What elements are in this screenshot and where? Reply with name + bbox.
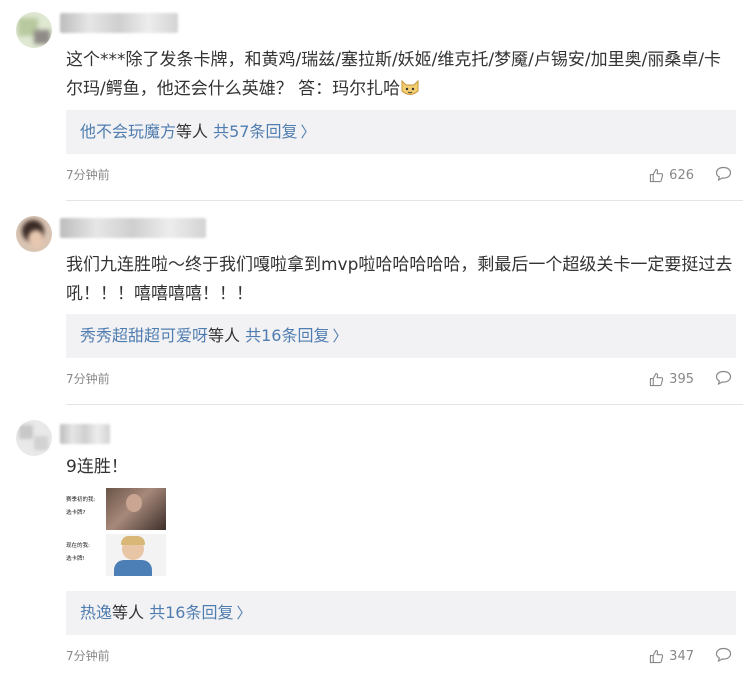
like-button[interactable]: 626 <box>649 165 694 185</box>
reply-connector: 等人 <box>112 603 150 622</box>
username[interactable] <box>60 424 110 444</box>
thumbs-up-icon <box>649 168 664 183</box>
meme-panel-1: 赛季初的我: 选卡牌? <box>66 488 166 530</box>
username[interactable] <box>60 218 206 238</box>
reply-count[interactable]: 共57条回复 <box>213 122 297 141</box>
reply-count[interactable]: 共16条回复 <box>149 603 233 622</box>
comment-bubble-icon[interactable] <box>715 370 732 386</box>
reply-connector: 等人 <box>176 122 214 141</box>
reply-summary[interactable]: 秀秀超甜超可爱呀等人 共16条回复〉 <box>66 314 736 358</box>
like-count: 395 <box>669 371 694 387</box>
reply-users[interactable]: 秀秀超甜超可爱呀 <box>80 326 208 345</box>
comment-text: 这个***除了发条卡牌，和黄鸡/瑞兹/塞拉斯/妖姬/维克托/梦魇/卢锡安/加里奥… <box>66 46 738 107</box>
thumbs-up-icon <box>649 649 664 664</box>
reply-users[interactable]: 热逸 <box>80 603 112 622</box>
cat-face-emoji-icon <box>400 78 420 107</box>
avatar[interactable] <box>16 216 52 252</box>
username[interactable] <box>60 13 178 33</box>
meme-caption-line: 选卡牌? <box>66 510 86 516</box>
reply-summary[interactable]: 他不会玩魔方等人 共57条回复〉 <box>66 110 736 154</box>
avatar[interactable] <box>16 12 52 48</box>
reply-users[interactable]: 他不会玩魔方 <box>80 122 176 141</box>
comment-bubble-icon[interactable] <box>715 166 732 182</box>
meme-image[interactable]: 赛季初的我: 选卡牌? 现在的我: 选卡牌! <box>66 488 166 576</box>
divider <box>66 404 743 405</box>
meme-caption-line: 现在的我: <box>66 543 90 549</box>
reply-count[interactable]: 共16条回复 <box>245 326 329 345</box>
timestamp: 7分钟前 <box>66 168 110 182</box>
chevron-right-icon: 〉 <box>236 604 252 622</box>
comment-meta: 7分钟前 626 <box>66 165 736 185</box>
chevron-right-icon: 〉 <box>300 123 316 141</box>
comment-body: 我们九连胜啦～终于我们嘎啦拿到mvp啦哈哈哈哈哈，剩最后一个超级关卡一定要挺过去… <box>66 255 733 304</box>
like-count: 347 <box>669 648 694 664</box>
reply-connector: 等人 <box>208 326 246 345</box>
thumbs-up-icon <box>649 372 664 387</box>
avatar[interactable] <box>16 420 52 456</box>
timestamp: 7分钟前 <box>66 649 110 663</box>
comment-body: 9连胜！ <box>66 457 128 477</box>
meme-caption-line: 选卡牌! <box>66 556 85 562</box>
meme-caption-line: 赛季初的我: <box>66 497 96 503</box>
divider <box>66 200 743 201</box>
meme-panel-2: 现在的我: 选卡牌! <box>66 534 166 576</box>
reply-summary[interactable]: 热逸等人 共16条回复〉 <box>66 591 736 635</box>
comment-text: 9连胜！ <box>66 453 738 482</box>
comment-bubble-icon[interactable] <box>715 647 732 663</box>
comment-meta: 7分钟前 347 <box>66 646 736 666</box>
like-button[interactable]: 395 <box>649 369 694 389</box>
comment-text: 我们九连胜啦～终于我们嘎啦拿到mvp啦哈哈哈哈哈，剩最后一个超级关卡一定要挺过去… <box>66 251 738 309</box>
comment-body: 这个***除了发条卡牌，和黄鸡/瑞兹/塞拉斯/妖姬/维克托/梦魇/卢锡安/加里奥… <box>66 50 722 99</box>
like-button[interactable]: 347 <box>649 646 694 666</box>
timestamp: 7分钟前 <box>66 372 110 386</box>
chevron-right-icon: 〉 <box>332 327 348 345</box>
like-count: 626 <box>669 167 694 183</box>
comment-meta: 7分钟前 395 <box>66 369 736 389</box>
